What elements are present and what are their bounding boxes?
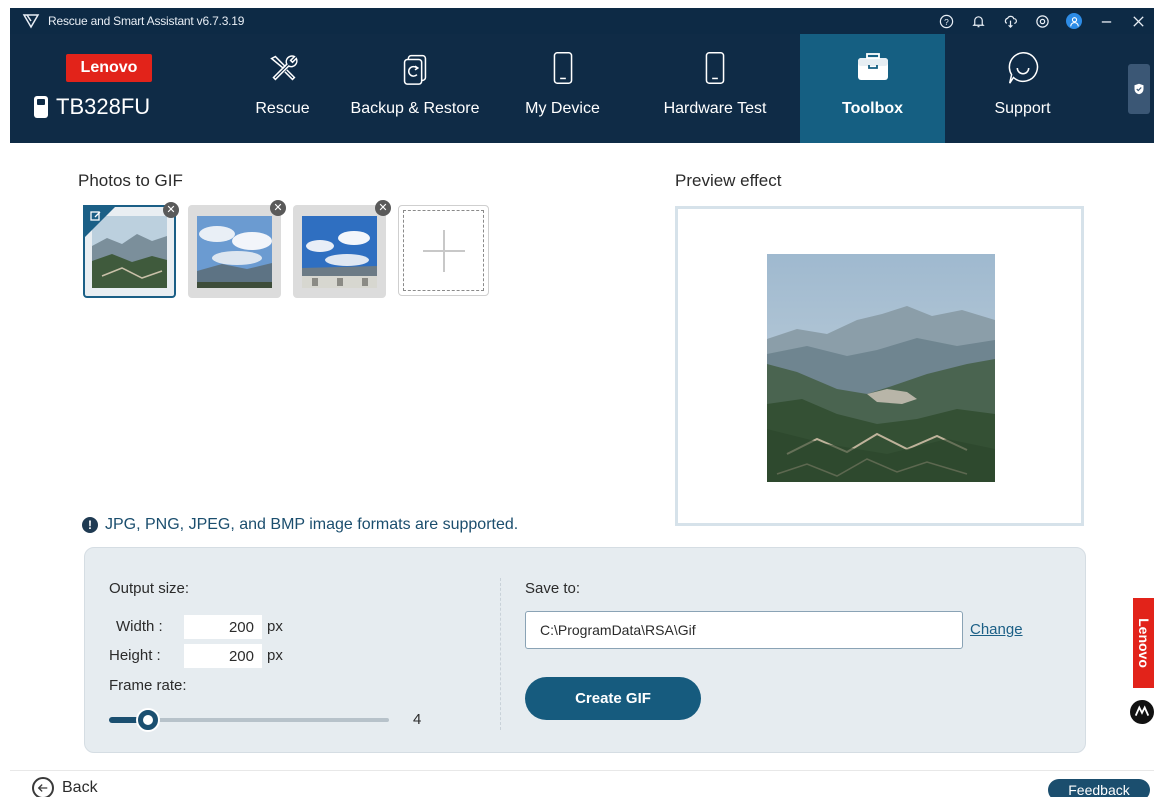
output-size-label: Output size:	[109, 580, 190, 597]
change-path-link[interactable]: Change	[970, 621, 1023, 638]
tools-icon	[263, 48, 303, 88]
tablet-icon	[695, 48, 735, 88]
create-gif-button[interactable]: Create GIF	[525, 677, 701, 720]
height-label: Height :	[109, 647, 161, 664]
chat-icon	[1003, 48, 1043, 88]
remove-photo-icon[interactable]: ✕	[163, 202, 179, 218]
user-icon[interactable]	[1058, 8, 1090, 34]
nav-label-support: Support	[994, 100, 1051, 117]
height-unit: px	[267, 647, 283, 664]
preview-image	[767, 254, 995, 482]
save-path-input[interactable]	[525, 611, 963, 649]
info-icon: !	[82, 517, 98, 533]
backup-restore-icon	[395, 48, 435, 88]
width-unit: px	[267, 618, 283, 635]
app-logo-icon	[22, 14, 40, 29]
nav-tab-support[interactable]: Support	[945, 34, 1100, 143]
device-icon	[34, 96, 48, 118]
lenovo-logo: Lenovo	[66, 54, 152, 82]
footer-divider	[10, 770, 1154, 771]
photos-section-title: Photos to GIF	[78, 171, 183, 190]
window-controls: ?	[930, 8, 1154, 34]
nav-tab-backup-restore[interactable]: Backup & Restore	[335, 34, 495, 143]
nav-tab-my-device[interactable]: My Device	[495, 34, 630, 143]
nav-tab-rescue[interactable]: Rescue	[230, 34, 335, 143]
side-lenovo-logo: Lenovo	[1133, 598, 1154, 688]
height-input[interactable]	[184, 644, 262, 668]
close-icon[interactable]	[1122, 8, 1154, 34]
nav-label-hardware-test: Hardware Test	[663, 100, 767, 117]
motorola-logo-icon	[1130, 700, 1154, 724]
title-bar: Rescue and Smart Assistant v6.7.3.19 ?	[10, 8, 1154, 34]
photo-thumbnail[interactable]: ✕	[293, 200, 391, 298]
feedback-button[interactable]: Feedback	[1048, 779, 1150, 797]
shield-button[interactable]	[1128, 64, 1150, 114]
format-info: ! JPG, PNG, JPEG, and BMP image formats …	[82, 516, 518, 534]
frame-rate-slider[interactable]	[109, 710, 389, 730]
main-header: Lenovo TB328FU Rescue Backup & Restore M…	[10, 34, 1154, 143]
settings-panel: Output size: Width : px Height : px Fram…	[84, 547, 1086, 753]
preview-section-title: Preview effect	[675, 171, 782, 190]
frame-rate-value: 4	[413, 711, 422, 728]
device-name-label: TB328FU	[56, 94, 151, 119]
width-input[interactable]	[184, 615, 262, 639]
edit-icon[interactable]	[90, 210, 102, 222]
side-lenovo-text: Lenovo	[1135, 618, 1152, 668]
nav-label-toolbox: Toolbox	[841, 100, 904, 117]
device-name: TB328FU	[34, 94, 150, 120]
brand-area: Lenovo TB328FU	[10, 34, 170, 143]
tablet-icon	[543, 48, 583, 88]
minimize-icon[interactable]	[1090, 8, 1122, 34]
nav-tab-toolbox[interactable]: Toolbox	[800, 34, 945, 143]
cloud-download-icon[interactable]	[994, 8, 1026, 34]
thumbnail-list: ✕ ✕ ✕	[83, 200, 489, 298]
back-button[interactable]: Back	[32, 777, 98, 797]
format-info-text: JPG, PNG, JPEG, and BMP image formats ar…	[105, 516, 519, 533]
photo-thumbnail-image	[302, 215, 377, 288]
shield-icon	[1134, 83, 1144, 95]
dashed-border	[403, 210, 484, 291]
nav-label-backup-restore: Backup & Restore	[350, 100, 480, 117]
photo-thumbnail[interactable]: ✕	[83, 202, 179, 298]
window-title: Rescue and Smart Assistant v6.7.3.19	[48, 14, 245, 28]
settings-icon[interactable]	[1026, 8, 1058, 34]
panel-divider	[500, 578, 501, 730]
preview-frame	[675, 206, 1084, 526]
frame-rate-label: Frame rate:	[109, 677, 187, 694]
svg-text:?: ?	[944, 16, 949, 26]
photo-thumbnail-image	[197, 215, 272, 288]
bell-icon[interactable]	[962, 8, 994, 34]
save-to-label: Save to:	[525, 580, 581, 597]
photo-thumbnail[interactable]: ✕	[188, 200, 286, 298]
remove-photo-icon[interactable]: ✕	[375, 200, 391, 216]
main-nav: Rescue Backup & Restore My Device Hardwa…	[230, 34, 1100, 143]
nav-tab-hardware-test[interactable]: Hardware Test	[630, 34, 800, 143]
nav-label-rescue: Rescue	[255, 100, 310, 117]
toolbox-icon	[853, 48, 893, 88]
help-icon[interactable]: ?	[930, 8, 962, 34]
nav-label-my-device: My Device	[525, 100, 600, 117]
remove-photo-icon[interactable]: ✕	[270, 200, 286, 216]
add-photo-button[interactable]	[398, 205, 489, 296]
slider-handle[interactable]	[138, 710, 158, 730]
back-arrow-icon	[32, 777, 54, 797]
width-label: Width :	[116, 618, 163, 635]
back-label: Back	[62, 779, 98, 796]
